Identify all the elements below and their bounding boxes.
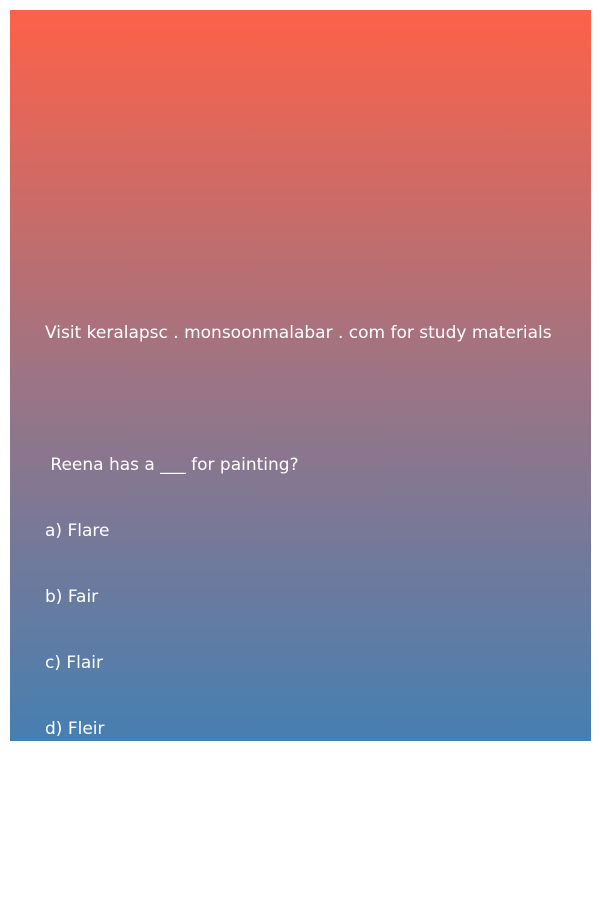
- quiz-content: Visit keralapsc . monsoonmalabar . com f…: [45, 278, 552, 916]
- promo-text: Visit keralapsc . monsoonmalabar . com f…: [45, 323, 552, 343]
- option-a: a) Flare: [45, 521, 110, 541]
- option-c: c) Flair: [45, 653, 104, 673]
- answer-text: Answer: Flair: [45, 851, 156, 871]
- quiz-card: Visit keralapsc . monsoonmalabar . com f…: [10, 10, 591, 871]
- question-text: Reena has a ___ for painting?: [45, 455, 299, 475]
- option-d: d) Fleir: [45, 719, 105, 739]
- option-b: b) Fair: [45, 587, 99, 607]
